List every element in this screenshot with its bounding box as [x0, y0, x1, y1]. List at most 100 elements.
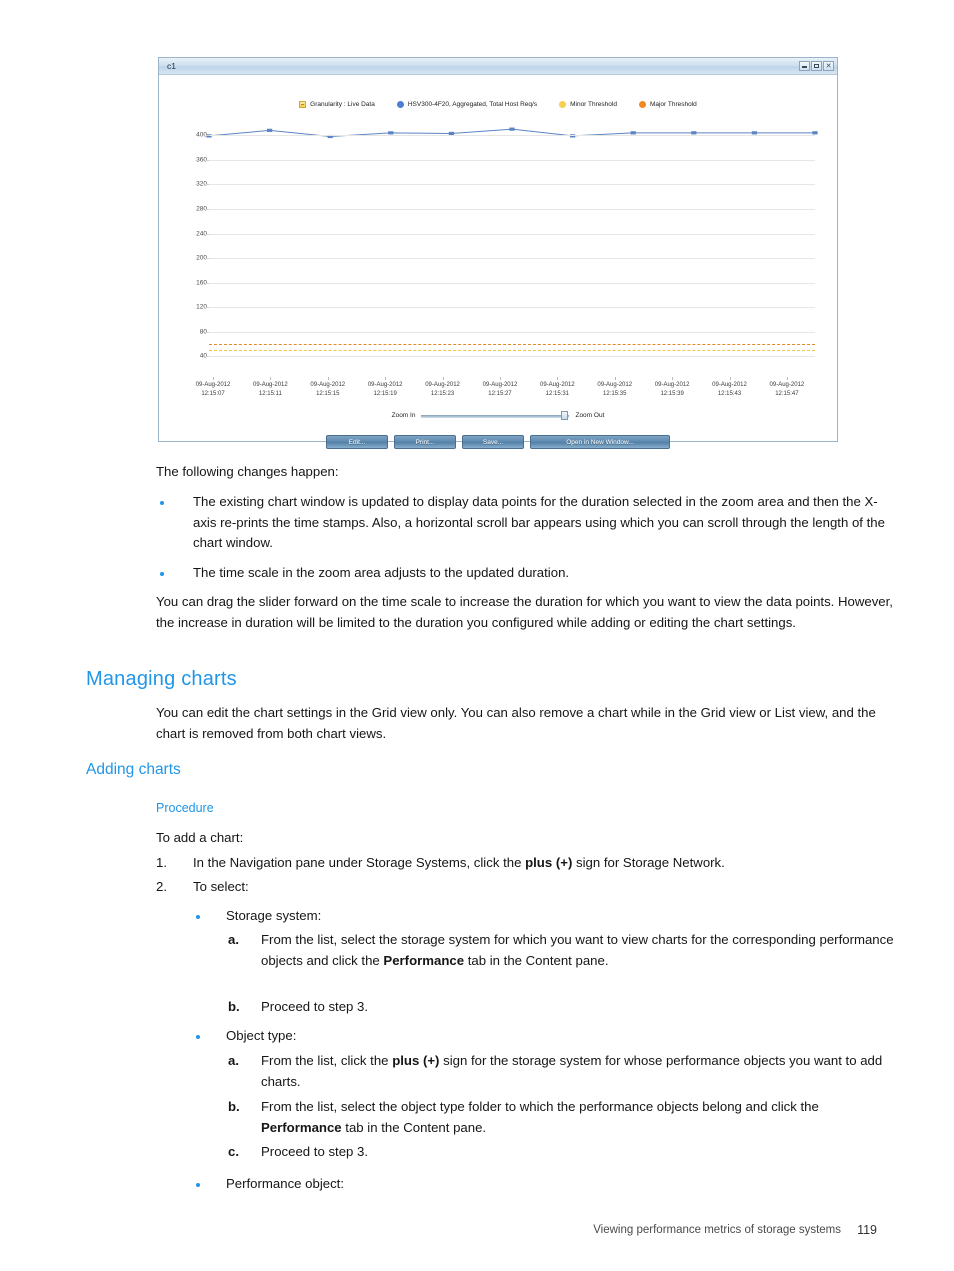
chart-window-body: Granularity : Live Data HSV300-4F20, Agg…: [159, 75, 837, 449]
chart-window[interactable]: c1 ✕ Granularity : Live Data HSV300-4F20…: [158, 57, 838, 449]
x-axis-tick-label: 09-Aug-2012 12:15:31: [529, 377, 585, 405]
object-type-step-b-pre: From the list, select the object type fo…: [261, 1099, 819, 1114]
threshold-line: [209, 344, 815, 346]
gridline: [206, 209, 815, 210]
gridline: [206, 307, 815, 309]
x-axis-tick-label: 09-Aug-2012 12:15:23: [415, 377, 471, 405]
drag-slider-paragraph: You can drag the slider forward on the t…: [156, 594, 893, 630]
step-1-text-pre: In the Navigation pane under Storage Sys…: [193, 855, 526, 870]
step-1-text-post: sign for Storage Network.: [572, 855, 725, 870]
gridline: [206, 282, 815, 284]
storage-system-label: Storage system:: [226, 908, 322, 923]
chart-grid: [206, 123, 818, 381]
zoom-slider-thumb[interactable]: [561, 411, 569, 420]
heading-adding-charts: Adding charts: [86, 761, 181, 778]
sub-step-c-marker: c.: [228, 1144, 239, 1159]
chart-window-title: c1: [167, 60, 176, 71]
sub-step-b-marker: b.: [228, 999, 240, 1014]
step-2-text: To select:: [193, 879, 249, 894]
sub-step-a-marker: a.: [228, 1053, 239, 1068]
gridline: [206, 233, 815, 235]
performance-tab-bold: Performance: [383, 952, 465, 968]
object-type-step-b-text: From the list, select the object type fo…: [261, 1097, 899, 1138]
footer-section-title: Viewing performance metrics of storage s…: [593, 1224, 841, 1236]
chart-window-titlebar[interactable]: c1 ✕: [159, 58, 837, 75]
heading-managing-charts: Managing charts: [86, 668, 237, 690]
edit-button[interactable]: Edit...: [326, 435, 388, 449]
maximize-icon[interactable]: [811, 61, 822, 71]
managing-charts-body: You can edit the chart settings in the G…: [156, 705, 876, 741]
sub-step-b-marker: b.: [228, 1099, 240, 1114]
bullet-icon: [160, 501, 164, 505]
gridline: [206, 159, 815, 161]
bullet-icon: [160, 572, 164, 576]
x-axis-tick-label: 09-Aug-2012 12:15:11: [242, 377, 298, 405]
bullet-icon: [196, 1183, 200, 1187]
gridline: [206, 135, 815, 137]
bullet-2-text: The time scale in the zoom area adjusts …: [193, 565, 570, 580]
legend-label-minor-threshold: Minor Threshold: [570, 101, 617, 108]
storage-system-step-b-text: Proceed to step 3.: [261, 999, 369, 1014]
gridline: [206, 356, 815, 358]
legend-item-series: HSV300-4F20, Aggregated, Total Host Req/…: [396, 101, 538, 108]
bullet-icon: [196, 1035, 200, 1039]
close-icon[interactable]: ✕: [823, 61, 834, 71]
save-button[interactable]: Save...: [462, 435, 524, 449]
legend-label-series: HSV300-4F20, Aggregated, Total Host Req/…: [407, 101, 538, 108]
step-1-marker: 1.: [156, 855, 167, 870]
x-axis-tick-label: 09-Aug-2012 12:15:19: [357, 377, 413, 405]
major-threshold-dot-icon: [638, 101, 646, 108]
series-dot-icon: [396, 101, 404, 108]
minor-threshold-dot-icon: [559, 101, 567, 108]
open-in-new-window-button[interactable]: Open in New Window...: [530, 435, 670, 449]
x-axis-tick-label: 09-Aug-2012 12:15:47: [759, 377, 815, 405]
legend-item-major-threshold: Major Threshold: [638, 101, 697, 108]
object-type-step-a-pre: From the list, click the: [261, 1053, 393, 1068]
chart-series-line: [206, 127, 818, 139]
gridline: [206, 258, 815, 260]
legend-label-granularity: Granularity : Live Data: [310, 101, 375, 108]
x-axis-tick-label: 09-Aug-2012 12:15:39: [644, 377, 700, 405]
chart-action-buttons: Edit... Print... Save... Open in New Win…: [159, 435, 837, 449]
x-axis-tick-label: 09-Aug-2012 12:15:27: [472, 377, 528, 405]
legend-label-major-threshold: Major Threshold: [649, 101, 697, 108]
object-type-label: Object type:: [226, 1028, 297, 1043]
legend-item-minor-threshold: Minor Threshold: [559, 101, 617, 108]
to-add-a-chart-text: To add a chart:: [156, 830, 244, 845]
y-axis-labels: 400 360 320 280 240 200 160 120 80 40: [179, 123, 207, 381]
sub-step-a-marker: a.: [228, 932, 239, 947]
gridline: [206, 184, 815, 186]
chart-plot-area: 400 360 320 280 240 200 160 120 80 40: [179, 123, 818, 381]
object-type-step-c-text: Proceed to step 3.: [261, 1144, 369, 1159]
window-controls: ✕: [799, 61, 834, 71]
performance-tab-bold: Performance: [261, 1119, 342, 1135]
minimize-icon[interactable]: [799, 61, 810, 71]
zoom-slider[interactable]: [421, 411, 570, 420]
step-1-text: In the Navigation pane under Storage Sys…: [193, 853, 899, 874]
chart-legend: Granularity : Live Data HSV300-4F20, Agg…: [159, 101, 837, 108]
bullet-1-text: The existing chart window is updated to …: [193, 494, 885, 551]
x-axis-labels: 09-Aug-2012 12:15:07 09-Aug-2012 12:15:11 09…: [196, 377, 815, 405]
step-1-bold: plus (+): [525, 855, 573, 870]
gridline: [206, 331, 815, 333]
x-axis-tick-label: 09-Aug-2012 12:15:43: [702, 377, 758, 405]
zoom-slider-row: Zoom In Zoom Out: [159, 411, 837, 420]
x-axis-tick-label: 09-Aug-2012 12:15:07: [185, 377, 241, 405]
storage-system-step-a-post: tab in the Content pane.: [464, 952, 609, 968]
zoom-in-label: Zoom In: [391, 412, 416, 419]
heading-procedure: Procedure: [156, 801, 214, 815]
x-axis-tick-label: 09-Aug-2012 12:15:35: [587, 377, 643, 405]
threshold-line: [209, 350, 815, 352]
object-type-step-b-post: tab in the Content pane.: [341, 1119, 487, 1135]
footer-page-number: 119: [857, 1223, 877, 1237]
intro-paragraph: The following changes happen:: [156, 464, 339, 479]
print-button[interactable]: Print...: [394, 435, 456, 449]
performance-object-label: Performance object:: [226, 1176, 345, 1191]
zoom-out-label: Zoom Out: [575, 412, 605, 419]
legend-item-granularity: Granularity : Live Data: [299, 101, 375, 108]
object-type-step-a-text: From the list, click the plus (+) sign f…: [261, 1051, 899, 1092]
x-axis-tick-label: 09-Aug-2012 12:15:15: [300, 377, 356, 405]
storage-system-step-a-text: From the list, select the storage system…: [261, 930, 899, 971]
bullet-icon: [196, 915, 200, 919]
plus-sign-bold: plus (+): [392, 1053, 440, 1068]
